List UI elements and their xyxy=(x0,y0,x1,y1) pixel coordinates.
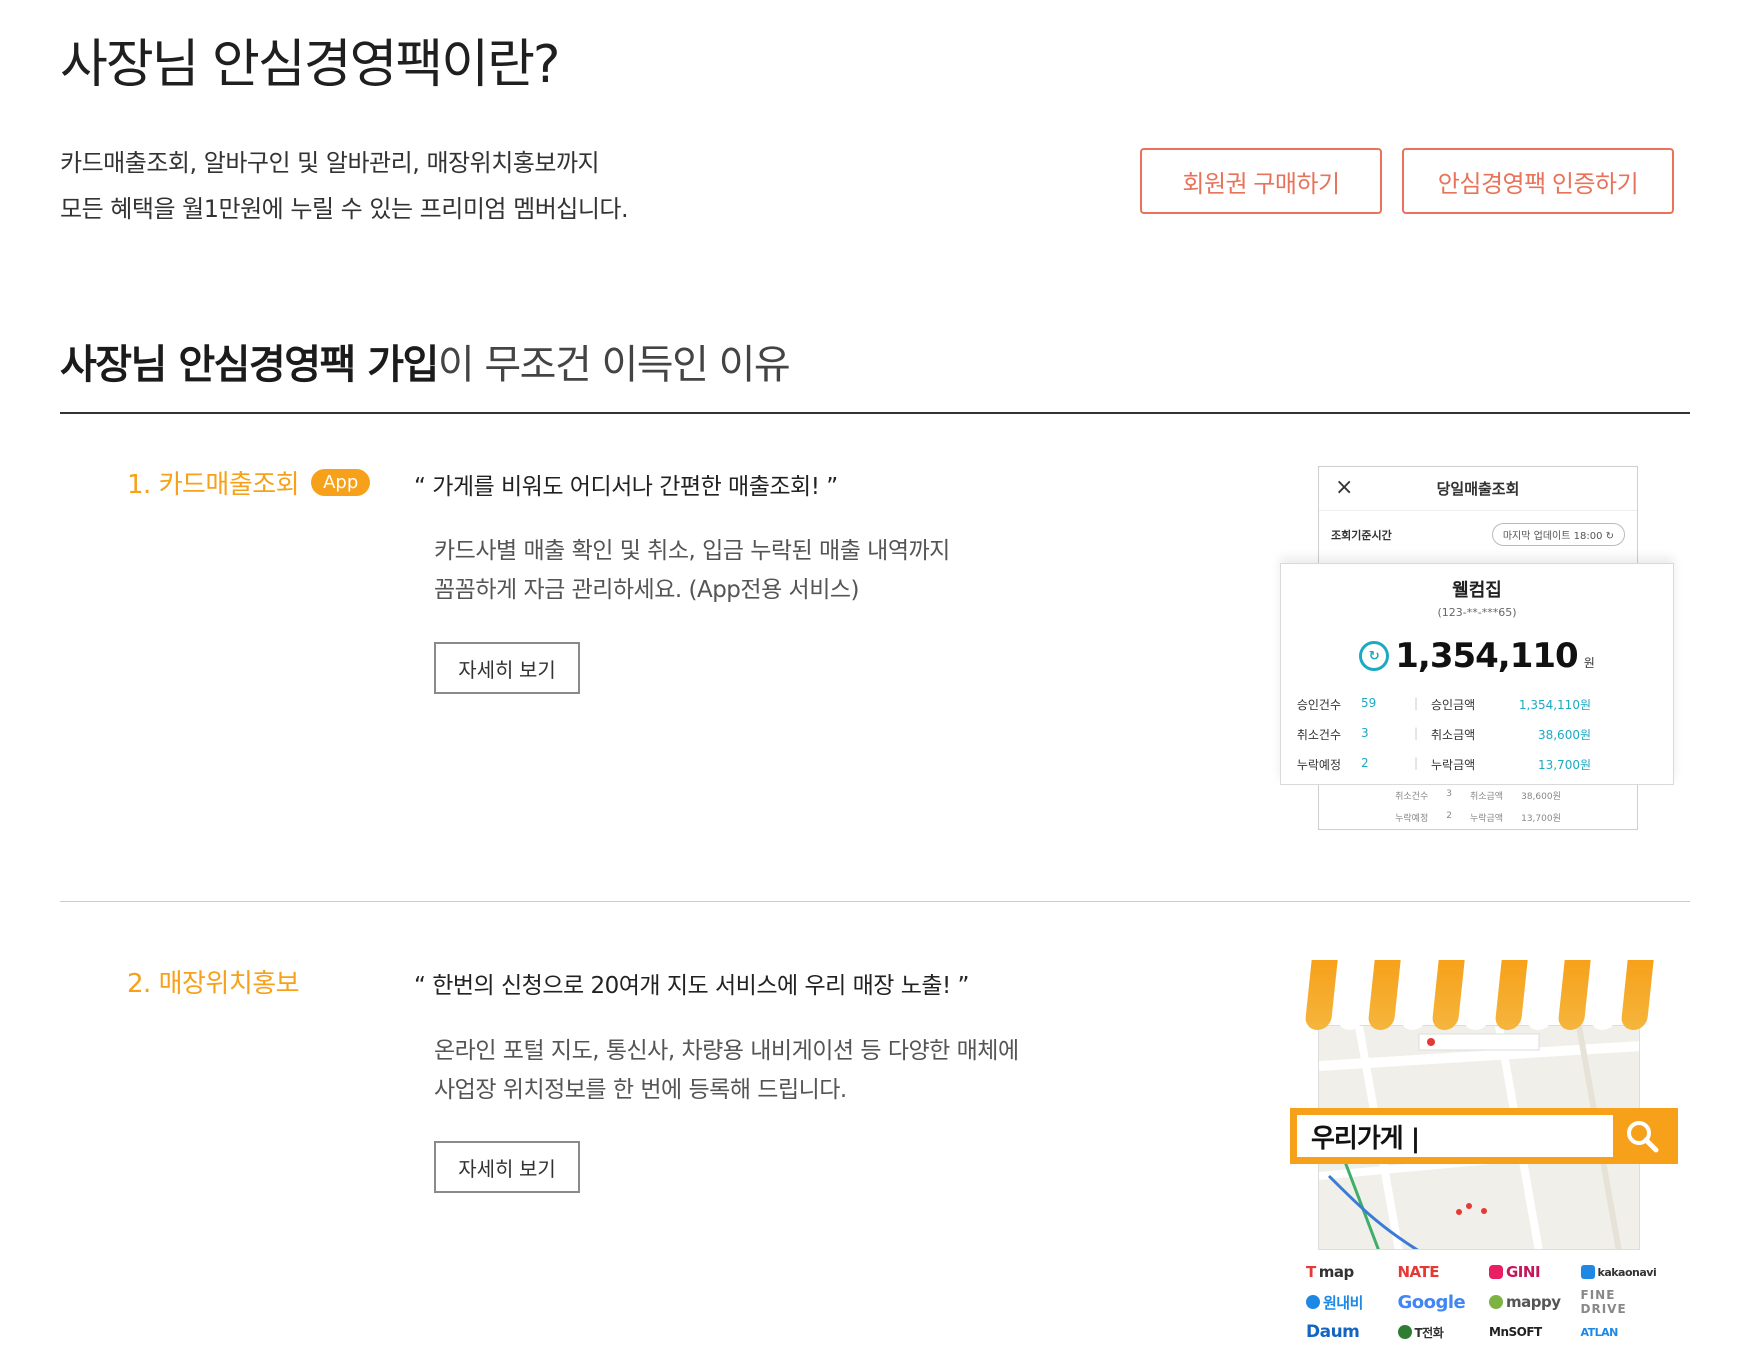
tphone-logo: T전화 xyxy=(1397,1322,1484,1342)
stat-row: 취소건수 3 | 취소금액 38,600원 xyxy=(1281,726,1673,743)
logo-text: kakaonavi xyxy=(1597,1265,1657,1279)
logo-text: 원내비 xyxy=(1323,1293,1363,1312)
onenavi-logo: 원내비 xyxy=(1306,1292,1392,1312)
page-title: 사장님 안심경영팩이란? xyxy=(60,35,561,95)
sales-summary-card: 웰컴집 (123-**-***65) ↻ 1,354,110 원 승인건수 59… xyxy=(1280,563,1674,785)
stat-separator: | xyxy=(1413,696,1419,710)
app-badge: App xyxy=(311,469,371,496)
section-title-light: 이 무조건 이득인 이유 xyxy=(437,342,791,388)
stat-amount: 13,700원 xyxy=(1537,758,1591,772)
stat-label: 승인건수 xyxy=(1296,698,1341,712)
update-pill: 마지막 업데이트 18:00 ↻ xyxy=(1491,523,1625,546)
ghost-label2: 취소금액 xyxy=(1469,792,1504,802)
stat-label2: 누락금액 xyxy=(1431,758,1476,772)
stat-label: 누락예정 xyxy=(1296,758,1341,772)
intro-line-1: 카드매출조회, 알바구인 및 알바관리, 매장위치홍보까지 xyxy=(60,149,600,177)
ghost-label: 누락예정 xyxy=(1395,814,1429,824)
feature-1-quote: “ 가게를 비워도 어디서나 간편한 매출조회! ” xyxy=(414,474,838,500)
ghost-label2: 누락금액 xyxy=(1469,814,1504,824)
shop-id: (123-**-***65) xyxy=(1437,606,1517,619)
section-title-strong: 사장님 안심경영팩 가입 xyxy=(60,342,439,388)
section-divider xyxy=(60,412,1690,414)
stat-label2: 취소금액 xyxy=(1431,728,1476,742)
feature-2-title: 2. 매장위치홍보 xyxy=(127,963,300,1000)
feature-2-quote: “ 한번의 신청으로 20여개 지도 서비스에 우리 매장 노출! ” xyxy=(414,973,969,999)
feature-1-desc: 카드사별 매출 확인 및 취소, 입금 누락된 매출 내역까지 꼼꼼하게 자금 … xyxy=(434,532,950,610)
ghost-amount: 13,700원 xyxy=(1521,814,1561,824)
feature-2-desc-line-1: 온라인 포털 지도, 통신사, 차량용 내비게이션 등 다양한 매체에 xyxy=(434,1038,1019,1064)
awning-stripe xyxy=(1557,960,1591,1030)
logo-text: map xyxy=(1318,1263,1355,1281)
refresh-won-icon: ↻ xyxy=(1359,641,1390,671)
stat-count: 59 xyxy=(1361,696,1377,710)
awning-stripe xyxy=(1430,960,1464,1030)
awning-stripe xyxy=(1494,960,1528,1030)
feature-1-desc-line-2: 꼼꼼하게 자금 관리하세요. (App전용 서비스) xyxy=(434,577,859,603)
daum-logo: Daum xyxy=(1306,1322,1360,1342)
finedrive-logo: FINE DRIVE xyxy=(1580,1288,1627,1316)
gini-logo: GINI xyxy=(1489,1262,1575,1282)
atlan-logo: ATLAN xyxy=(1580,1325,1619,1339)
intro-text: 카드매출조회, 알바구인 및 알바관리, 매장위치홍보까지 모든 혜택을 월1만… xyxy=(60,140,629,232)
mnsoft-logo: MnSOFT xyxy=(1489,1325,1542,1339)
nate-logo: NATE xyxy=(1397,1263,1440,1281)
feature-1-title: 1. 카드매출조회 App xyxy=(127,464,371,501)
map-service-logos: Tmap NATE GINI kakaonavi 원내비 Google mapp… xyxy=(1306,1262,1666,1342)
store-search-text: 우리가게 | xyxy=(1297,1115,1613,1157)
awning-stripe xyxy=(1462,960,1496,1030)
awning-stripe xyxy=(1335,960,1369,1030)
stat-separator: | xyxy=(1413,756,1419,770)
stat-label: 취소건수 xyxy=(1296,728,1341,742)
ghost-row: 취소건수 3 취소금액 38,600원 xyxy=(1319,789,1637,802)
search-icon xyxy=(1613,1115,1671,1157)
stat-label2: 승인금액 xyxy=(1431,698,1476,712)
certify-pack-button[interactable]: 안심경영팩 인증하기 xyxy=(1402,148,1674,214)
stat-count: 2 xyxy=(1361,756,1369,770)
awning-stripe xyxy=(1399,960,1433,1030)
shop-name: 웰컴집 xyxy=(1452,580,1502,601)
basis-time-label: 조회기준시간 xyxy=(1331,529,1392,542)
logo-text: mappy xyxy=(1506,1293,1561,1311)
amount-row: ↻ 1,354,110 원 xyxy=(1281,636,1673,676)
awning-stripe xyxy=(1367,960,1401,1030)
ghost-amount: 38,600원 xyxy=(1521,792,1561,802)
phone-header: 당일매출조회 xyxy=(1319,467,1637,511)
mappy-logo: mappy xyxy=(1489,1292,1575,1312)
feature-2-desc: 온라인 포털 지도, 통신사, 차량용 내비게이션 등 다양한 매체에 사업장 … xyxy=(434,1032,1019,1110)
intro-line-2: 모든 혜택을 월1만원에 누릴 수 있는 프리미엄 멤버십니다. xyxy=(60,195,629,223)
kakaonavi-logo: kakaonavi xyxy=(1580,1262,1667,1282)
store-search-bar: 우리가게 | xyxy=(1290,1108,1678,1164)
stat-row: 승인건수 59 | 승인금액 1,354,110원 xyxy=(1281,696,1673,713)
awning-stripe xyxy=(1589,960,1623,1030)
store-awning xyxy=(1304,960,1654,1030)
total-amount: 1,354,110 xyxy=(1395,636,1578,676)
feature-2-title-text: 2. 매장위치홍보 xyxy=(127,969,300,999)
tmap-logo: Tmap xyxy=(1306,1263,1355,1281)
section-title: 사장님 안심경영팩 가입이 무조건 이득인 이유 xyxy=(60,332,791,390)
feature-divider xyxy=(60,901,1690,902)
awning-stripe xyxy=(1304,960,1338,1030)
stat-separator: | xyxy=(1413,726,1419,740)
stat-amount: 38,600원 xyxy=(1537,728,1591,742)
stat-count: 3 xyxy=(1361,726,1369,740)
ghost-count: 2 xyxy=(1446,811,1452,821)
stat-amount: 1,354,110원 xyxy=(1518,698,1591,712)
feature-1-title-text: 1. 카드매출조회 xyxy=(127,470,300,500)
amount-unit: 원 xyxy=(1583,655,1595,670)
google-logo: Google xyxy=(1397,1291,1466,1313)
feature-1-desc-line-1: 카드사별 매출 확인 및 취소, 입금 누락된 매출 내역까지 xyxy=(434,538,950,564)
feature-2-desc-line-2: 사업장 위치정보를 한 번에 등록해 드립니다. xyxy=(434,1077,847,1103)
feature-1-detail-button[interactable]: 자세히 보기 xyxy=(434,642,580,694)
close-icon: × xyxy=(1335,475,1354,500)
ghost-count: 3 xyxy=(1446,789,1452,799)
logo-text: T전화 xyxy=(1414,1325,1444,1340)
ghost-row: 누락예정 2 누락금액 13,700원 xyxy=(1319,811,1637,824)
buy-membership-button[interactable]: 회원권 구매하기 xyxy=(1140,148,1382,214)
awning-stripe xyxy=(1620,960,1654,1030)
feature-2-detail-button[interactable]: 자세히 보기 xyxy=(434,1141,580,1193)
ghost-label: 취소건수 xyxy=(1395,792,1429,802)
stat-row: 누락예정 2 | 누락금액 13,700원 xyxy=(1281,756,1673,773)
awning-stripe xyxy=(1525,960,1559,1030)
logo-text: GINI xyxy=(1506,1263,1541,1281)
